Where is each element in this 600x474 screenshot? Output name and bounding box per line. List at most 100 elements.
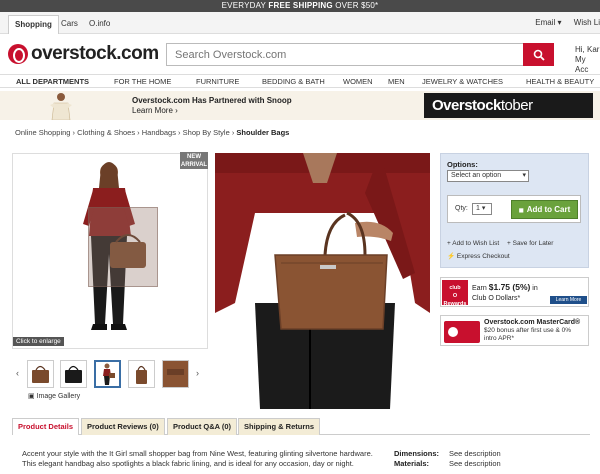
quantity-cart-box: Qty: 1 ▾ Add to Cart xyxy=(447,195,581,223)
thumbnail-4[interactable] xyxy=(128,360,155,388)
express-label: Express Checkout xyxy=(456,253,510,260)
image-gallery-link[interactable]: ▣ Image Gallery xyxy=(28,392,80,400)
add-to-cart-button[interactable]: Add to Cart xyxy=(511,200,578,219)
new-arrival-badge: NEW ARRIVAL xyxy=(180,152,208,169)
save-for-later-link[interactable]: + Save for Later xyxy=(507,240,553,247)
breadcrumb-shop-by-style[interactable]: Shop By Style xyxy=(183,128,230,137)
tab-product-qa[interactable]: Product Q&A (0) xyxy=(167,418,238,435)
department-nav: ALL DEPARTMENTS FOR THE HOME FURNITURE B… xyxy=(0,74,600,88)
model-thumb xyxy=(103,363,115,385)
logo[interactable]: overstock.com xyxy=(8,42,159,66)
breadcrumb-separator: › xyxy=(135,128,142,137)
thumbnail-1[interactable] xyxy=(27,360,54,388)
nav-women[interactable]: WOMEN xyxy=(343,77,373,86)
camera-icon: ▣ xyxy=(28,393,35,400)
thumbnail-5[interactable] xyxy=(162,360,189,388)
nav-furniture[interactable]: FURNITURE xyxy=(196,77,239,86)
thumbnail-2[interactable] xyxy=(60,360,87,388)
greeting-line: Hi, Kar xyxy=(575,45,600,54)
nav-for-the-home[interactable]: FOR THE HOME xyxy=(114,77,171,86)
quantity-select[interactable]: 1 ▾ xyxy=(472,203,492,215)
product-specs: Dimensions: See description Materials: See… xyxy=(394,449,501,469)
breadcrumb-current: Shoulder Bags xyxy=(236,128,290,137)
save-later-label: Save for Later xyxy=(512,240,554,247)
banner-headline: Overstock.com Has Partnered with Snoop xyxy=(132,96,292,105)
click-to-enlarge-label[interactable]: Click to enlarge xyxy=(13,337,64,346)
oktober-brand-b: tober xyxy=(500,97,533,114)
qty-value: 1 xyxy=(476,205,480,212)
tab-oinfo[interactable]: O.info xyxy=(83,15,116,34)
option-select-value: Select an option xyxy=(451,172,502,179)
promo-free-shipping: FREE SHIPPING xyxy=(268,1,333,10)
snoop-figure-image xyxy=(50,93,72,120)
zoom-lens[interactable] xyxy=(88,207,158,287)
promo-suffix: OVER $50* xyxy=(335,1,379,10)
overstocktober-logo[interactable]: Overstocktober xyxy=(424,93,593,118)
wish-list-link[interactable]: Wish Li xyxy=(574,18,600,27)
breadcrumb-separator: › xyxy=(175,128,183,137)
banner-learn-more[interactable]: Learn More › xyxy=(132,106,178,115)
utility-bar: Shopping Cars O.info Email ▾ Wish Li xyxy=(0,12,600,34)
thumbs-next-arrow[interactable]: › xyxy=(196,368,199,378)
club-dollars: Club O Dollars* xyxy=(472,295,521,302)
club-earn-suffix: in xyxy=(532,285,538,292)
spec-key: Materials: xyxy=(394,459,430,468)
tab-product-reviews[interactable]: Product Reviews (0) xyxy=(81,418,165,435)
nav-health-beauty[interactable]: HEALTH & BEAUTY xyxy=(526,77,594,86)
spec-row-dimensions: Dimensions: See description xyxy=(394,449,501,459)
wish-list-label: Add to Wish List xyxy=(452,240,500,247)
banner-text: Overstock.com Has Partnered with Snoop L… xyxy=(132,96,292,116)
club-amount: $1.75 (5%) xyxy=(488,282,531,292)
search-box xyxy=(166,43,524,66)
club-logo-line3: Rewards xyxy=(443,301,467,307)
club-o-text: Earn $1.75 (5%) in Club O Dollars* xyxy=(472,282,538,304)
nav-jewelry-watches[interactable]: JEWELRY & WATCHES xyxy=(422,77,503,86)
lightning-icon: ⚡ xyxy=(447,253,456,260)
nav-bedding-bath[interactable]: BEDDING & BATH xyxy=(262,77,325,86)
club-earn-prefix: Earn xyxy=(472,285,487,292)
club-o-logo: club O Rewards xyxy=(442,280,468,307)
main-product-image[interactable] xyxy=(215,153,430,409)
search-input[interactable] xyxy=(167,44,523,65)
chevron-down-icon: ▾ xyxy=(522,172,526,179)
model-with-bag-image xyxy=(215,153,430,409)
option-select[interactable]: Select an option ▾ xyxy=(447,170,529,182)
add-to-wish-list-link[interactable]: + Add to Wish List xyxy=(447,240,499,247)
tab-product-details[interactable]: Product Details xyxy=(12,418,80,435)
image-gallery-label: Image Gallery xyxy=(36,393,81,400)
new-tag-line1: NEW xyxy=(187,154,201,160)
account-line: My Acc xyxy=(575,55,589,74)
spec-value: See description xyxy=(449,449,501,458)
breadcrumb: Online Shopping › Clothing & Shoes › Han… xyxy=(15,128,289,137)
learn-more-button[interactable]: Learn More xyxy=(550,296,587,304)
tab-shopping[interactable]: Shopping xyxy=(8,15,59,34)
tab-cars[interactable]: Cars xyxy=(55,15,84,34)
tab-shipping-returns[interactable]: Shipping & Returns xyxy=(238,418,320,435)
search-icon xyxy=(533,49,545,61)
spec-value: See description xyxy=(449,459,501,468)
thumbnail-3[interactable] xyxy=(94,360,121,388)
thumbs-prev-arrow[interactable]: ‹ xyxy=(16,368,19,378)
promo-banner[interactable]: Overstock.com Has Partnered with Snoop L… xyxy=(0,91,600,120)
email-link[interactable]: Email ▾ xyxy=(535,18,561,27)
search-button[interactable] xyxy=(523,43,554,66)
breadcrumb-online-shopping[interactable]: Online Shopping xyxy=(15,128,70,137)
site-header: overstock.com Hi, Kar My Acc xyxy=(0,34,600,74)
breadcrumb-clothing-shoes[interactable]: Clothing & Shoes xyxy=(77,128,135,137)
breadcrumb-handbags[interactable]: Handbags xyxy=(142,128,176,137)
mastercard-promo[interactable]: Overstock.com MasterCard® $20 bonus afte… xyxy=(440,315,589,346)
express-checkout-link[interactable]: ⚡ Express Checkout xyxy=(447,252,510,260)
nav-all-departments[interactable]: ALL DEPARTMENTS xyxy=(16,77,89,86)
promo-prefix: EVERYDAY xyxy=(221,1,266,10)
spec-key: Dimensions: xyxy=(394,449,440,458)
account-greeting[interactable]: Hi, Kar My Acc xyxy=(575,45,600,75)
club-logo-line2: O xyxy=(452,293,458,299)
club-o-promo: club O Rewards Earn $1.75 (5%) in Club O D… xyxy=(440,277,589,307)
nav-men[interactable]: MEN xyxy=(388,77,405,86)
promo-bar: EVERYDAY FREE SHIPPING OVER $50* xyxy=(0,0,600,12)
product-description: Accent your style with the It Girl small… xyxy=(22,449,373,468)
utility-right: Email ▾ Wish Li xyxy=(525,18,600,27)
new-tag-line2: ARRIVAL xyxy=(180,162,208,168)
bag-detail-thumb xyxy=(163,361,188,387)
qty-label: Qty: xyxy=(455,205,468,212)
